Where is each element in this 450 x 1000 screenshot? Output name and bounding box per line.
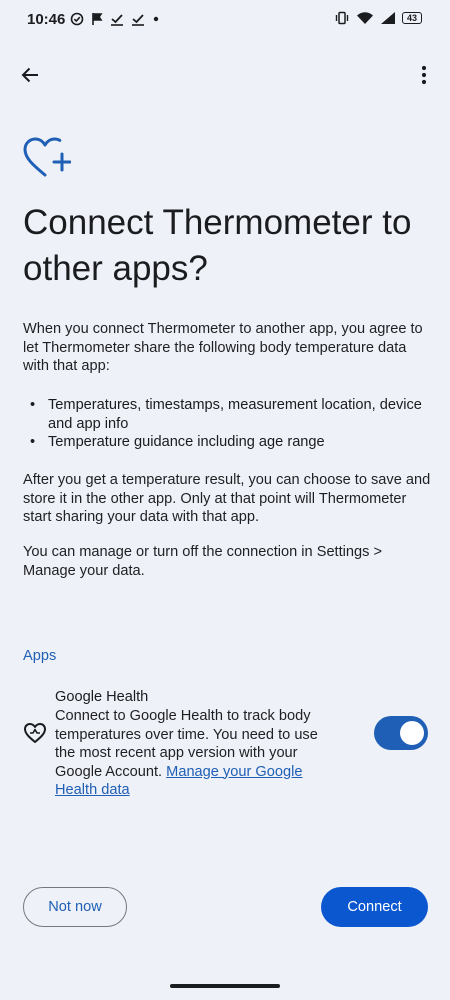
status-time: 10:46 bbox=[27, 11, 66, 28]
connect-button[interactable]: Connect bbox=[321, 887, 428, 927]
bullet-dot: • bbox=[30, 397, 36, 413]
arrow-back-icon bbox=[21, 67, 38, 83]
connect-toggle[interactable] bbox=[374, 716, 428, 750]
list-item: • Temperature guidance including age rang… bbox=[23, 433, 433, 452]
toggle-knob bbox=[400, 721, 424, 745]
apps-section-header: Apps bbox=[23, 648, 57, 664]
more-vert-icon bbox=[421, 65, 427, 85]
status-system-icons: 43 bbox=[334, 11, 422, 25]
shared-data-list: • Temperatures, timestamps, measurement l… bbox=[23, 396, 433, 452]
sync-check-icon bbox=[70, 12, 84, 26]
flag-icon bbox=[92, 13, 103, 25]
dot-icon bbox=[153, 16, 159, 22]
not-now-button[interactable]: Not now bbox=[23, 887, 127, 927]
navigation-handle[interactable] bbox=[170, 984, 280, 988]
vibrate-icon bbox=[335, 11, 349, 25]
list-item-text: Temperatures, timestamps, measurement lo… bbox=[48, 397, 422, 432]
sharing-info-text: After you get a temperature result, you … bbox=[23, 472, 431, 525]
status-bar: 10:46 43 bbox=[0, 0, 450, 40]
status-notification-icons bbox=[70, 12, 160, 26]
app-name: Google Health bbox=[55, 689, 149, 705]
app-description: Connect to Google Health to track body t… bbox=[55, 707, 340, 800]
battery-level: 43 bbox=[406, 13, 417, 23]
list-item: • Temperatures, timestamps, measurement l… bbox=[23, 396, 433, 433]
check-icon bbox=[132, 14, 144, 26]
more-options-button[interactable] bbox=[410, 61, 438, 89]
manage-info-text: You can manage or turn off the connectio… bbox=[23, 544, 383, 579]
intro-text: When you connect Thermometer to another … bbox=[23, 321, 423, 374]
check-icon bbox=[111, 14, 123, 26]
app-connection-row[interactable]: Google Health Connect to Google Health t… bbox=[0, 688, 450, 798]
page-title: Connect Thermometer to other apps? bbox=[23, 203, 412, 288]
bullet-dot: • bbox=[30, 434, 36, 450]
heart-plus-icon bbox=[23, 137, 71, 177]
google-health-icon bbox=[24, 723, 46, 743]
signal-icon bbox=[381, 12, 395, 24]
list-item-text: Temperature guidance including age range bbox=[48, 434, 325, 450]
app-bar bbox=[0, 55, 450, 95]
battery-icon: 43 bbox=[402, 12, 422, 24]
wifi-icon bbox=[357, 12, 373, 24]
back-button[interactable] bbox=[16, 61, 44, 89]
